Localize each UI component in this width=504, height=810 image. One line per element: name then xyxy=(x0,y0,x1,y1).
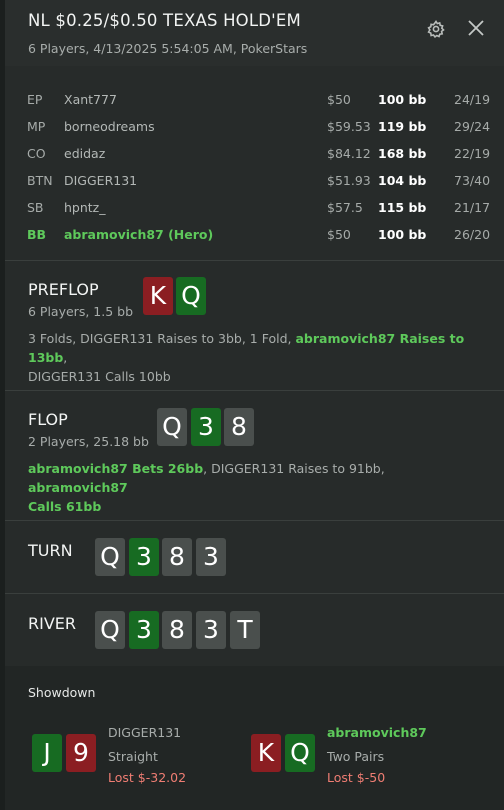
showdown-card: J xyxy=(32,734,62,772)
board-card: Q xyxy=(157,408,187,446)
board-card: 3 xyxy=(129,538,159,576)
board-card: 3 xyxy=(129,611,159,649)
player-position: SB xyxy=(27,200,44,215)
showdown-card: 9 xyxy=(66,734,96,772)
player-row: SB hpntz_ $57.5 115 bb 21/17 xyxy=(5,196,504,220)
player-stack-bb: 115 bb xyxy=(378,200,427,215)
board-card: 3 xyxy=(196,538,226,576)
player-stats: 22/19 xyxy=(454,146,491,161)
divider xyxy=(5,390,504,391)
player-position: BB xyxy=(27,227,47,242)
board-card: 3 xyxy=(191,408,221,446)
player-stack-bb: 100 bb xyxy=(378,92,427,107)
player-position: EP xyxy=(27,92,43,107)
player-stats: 24/19 xyxy=(454,92,491,107)
showdown-result: Lost $-50 xyxy=(327,770,386,785)
player-stack: $59.53 xyxy=(327,119,371,134)
divider xyxy=(5,593,504,594)
player-stack: $50 xyxy=(327,227,351,242)
player-row-hero: BB abramovich87 (Hero) $50 100 bb 26/20 xyxy=(5,223,504,247)
flop-actions: abramovich87 Bets 26bb, DIGGER131 Raises… xyxy=(28,459,468,516)
street-title-river: RIVER xyxy=(28,614,77,633)
preflop-actions: 3 Folds, DIGGER131 Raises to 3bb, 1 Fold… xyxy=(28,329,468,386)
player-stack: $51.93 xyxy=(327,173,371,188)
gear-icon[interactable] xyxy=(426,19,446,39)
street-title-turn: TURN xyxy=(28,541,73,560)
street-sub-flop: 2 Players, 25.18 bb xyxy=(28,434,149,449)
player-stack-bb: 168 bb xyxy=(378,146,427,161)
hole-card: Q xyxy=(176,277,206,315)
player-stack-bb: 119 bb xyxy=(378,119,427,134)
player-stack-bb: 104 bb xyxy=(378,173,427,188)
board-card: T xyxy=(230,611,260,649)
player-stack: $57.5 xyxy=(327,200,363,215)
player-stack: $84.12 xyxy=(327,146,371,161)
game-title: NL $0.25/$0.50 TEXAS HOLD'EM xyxy=(28,11,301,30)
showdown-player-name: abramovich87 xyxy=(327,725,427,740)
player-stats: 26/20 xyxy=(454,227,491,242)
board-card: 3 xyxy=(196,611,226,649)
board-card: 8 xyxy=(162,611,192,649)
action-text: DIGGER131 Calls 10bb xyxy=(28,369,171,384)
player-stats: 21/17 xyxy=(454,200,491,215)
hero-action: Calls 61bb xyxy=(28,499,102,514)
player-name: hpntz_ xyxy=(64,200,106,215)
street-title-flop: FLOP xyxy=(28,410,68,429)
close-icon[interactable] xyxy=(464,16,488,40)
board-card: 8 xyxy=(224,408,254,446)
hero-action: abramovich87 Bets 26bb xyxy=(28,461,204,476)
action-text: , DIGGER131 Raises to 91bb, xyxy=(203,461,385,476)
game-subtitle: 6 Players, 4/13/2025 5:54:05 AM, PokerSt… xyxy=(28,41,308,56)
street-sub-preflop: 6 Players, 1.5 bb xyxy=(28,304,134,319)
board-card: 8 xyxy=(162,538,192,576)
action-text: 3 Folds, DIGGER131 Raises to 3bb, 1 Fold… xyxy=(28,331,296,346)
header: NL $0.25/$0.50 TEXAS HOLD'EM 6 Players, … xyxy=(5,0,504,66)
action-text: , xyxy=(63,350,68,365)
divider xyxy=(5,520,504,521)
showdown-result: Lost $-32.02 xyxy=(108,770,187,785)
board-card: Q xyxy=(95,611,125,649)
player-name: borneodreams xyxy=(64,119,155,134)
hero-action: abramovich87 xyxy=(28,480,128,495)
player-position: MP xyxy=(27,119,46,134)
showdown-section: Showdown J 9 DIGGER131 Straight Lost $-3… xyxy=(5,666,504,810)
showdown-hand-rank: Straight xyxy=(108,749,158,764)
board-card: Q xyxy=(95,538,125,576)
player-row: BTN DIGGER131 $51.93 104 bb 73/40 xyxy=(5,169,504,193)
showdown-hand-rank: Two Pairs xyxy=(327,749,385,764)
player-stack: $50 xyxy=(327,92,351,107)
showdown-card: K xyxy=(251,734,281,772)
player-row: CO edidaz $84.12 168 bb 22/19 xyxy=(5,142,504,166)
player-name: abramovich87 (Hero) xyxy=(64,227,214,242)
showdown-player-name: DIGGER131 xyxy=(108,725,182,740)
divider xyxy=(5,260,504,261)
player-row: MP borneodreams $59.53 119 bb 29/24 xyxy=(5,115,504,139)
showdown-card: Q xyxy=(285,734,315,772)
hand-history-panel: NL $0.25/$0.50 TEXAS HOLD'EM 6 Players, … xyxy=(5,0,504,810)
player-stats: 73/40 xyxy=(454,173,491,188)
player-position: BTN xyxy=(27,173,53,188)
player-name: Xant777 xyxy=(64,92,117,107)
showdown-title: Showdown xyxy=(28,685,96,700)
player-name: edidaz xyxy=(64,146,106,161)
player-stats: 29/24 xyxy=(454,119,491,134)
player-name: DIGGER131 xyxy=(64,173,138,188)
hole-card: K xyxy=(143,277,173,315)
player-stack-bb: 100 bb xyxy=(378,227,427,242)
player-position: CO xyxy=(27,146,46,161)
street-title-preflop: PREFLOP xyxy=(28,280,99,299)
player-row: EP Xant777 $50 100 bb 24/19 xyxy=(5,88,504,112)
